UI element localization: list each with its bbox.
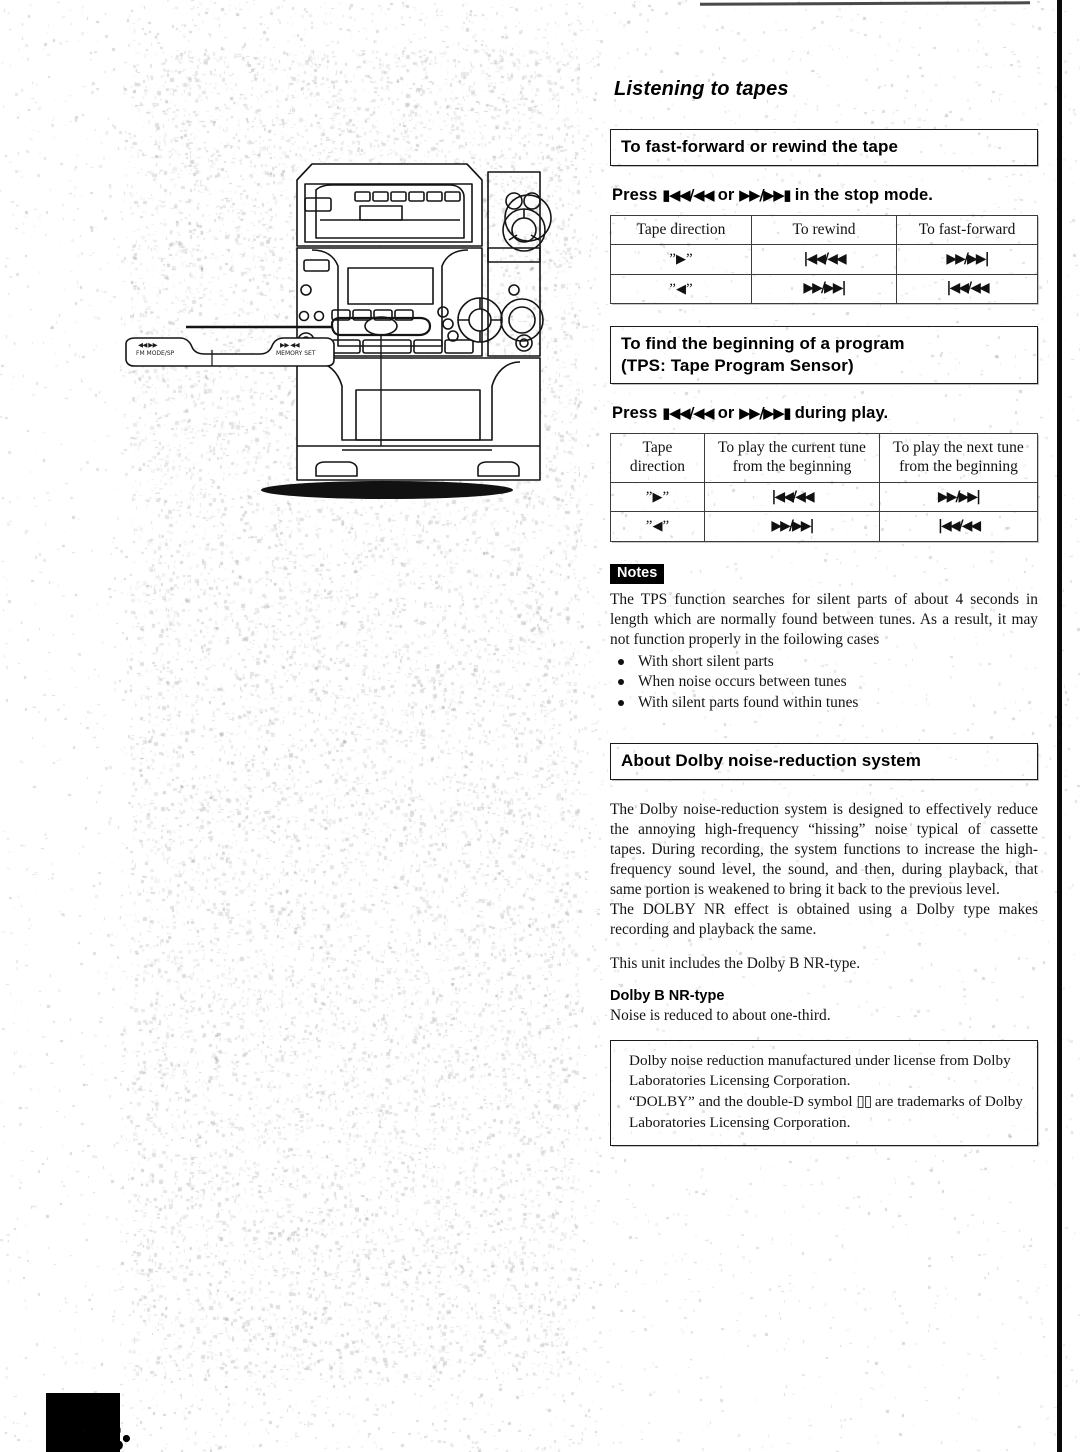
col-header-line1: Tape xyxy=(617,439,698,458)
press-prefix: Press xyxy=(612,186,657,204)
cell-fastforward-reverse: |◀◀/◀◀ xyxy=(897,274,1038,303)
section-header-fast-forward-label: To fast-forward or rewind the tape xyxy=(621,136,1027,158)
cell-next-tune-reverse: |◀◀/◀◀ xyxy=(880,512,1038,541)
list-item: With short silent parts xyxy=(616,652,1038,672)
dolby-license-box: Dolby noise reduction manufactured under… xyxy=(610,1040,1038,1146)
press-suffix: during play. xyxy=(795,404,888,422)
press-prefix: Press xyxy=(612,404,657,422)
col-header-line1: To play the current tune xyxy=(711,439,873,458)
scanned-manual-page: ◀◀ ▶▶ FM MODE/SP ▶▶ ◀◀ MEMORY SET Listen… xyxy=(0,0,1080,1452)
license-line-1: Dolby noise reduction manufactured under… xyxy=(629,1051,1023,1091)
scan-right-edge-artifact xyxy=(1057,0,1062,1452)
cell-rewind-reverse: ▶▶/▶▶| xyxy=(751,274,896,303)
svg-text:◀◀ ▶▶: ◀◀ ▶▶ xyxy=(138,341,158,349)
section-header-dolby-label: About Dolby noise-reduction system xyxy=(621,750,1027,772)
col-header-line2: from the beginning xyxy=(886,458,1031,477)
col-header-to-fast-forward: To fast-forward xyxy=(897,215,1038,245)
table-fast-forward-rewind: Tape direction To rewind To fast-forward… xyxy=(610,215,1038,305)
notes-tag: Notes xyxy=(610,564,664,584)
press-mid: or xyxy=(718,404,735,422)
col-header-line2: from the beginning xyxy=(711,458,873,477)
callout-button-detail: ◀◀ ▶▶ FM MODE/SP ▶▶ ◀◀ MEMORY SET xyxy=(120,320,370,380)
table-row: ”◀” ▶▶/▶▶| |◀◀/◀◀ xyxy=(611,274,1038,303)
press-instruction-fast-forward: Press ▮◀◀/◀◀ or ▶▶/▶▶▮ in the stop mode. xyxy=(612,186,1038,205)
dolby-paragraph-3: This unit includes the Dolby B NR-type. xyxy=(610,954,1038,974)
svg-text:▶▶ ◀◀: ▶▶ ◀◀ xyxy=(280,341,300,349)
col-header-line2: direction xyxy=(617,458,698,477)
svg-text:FM MODE/SP: FM MODE/SP xyxy=(136,350,175,357)
press-instruction-tps: Press ▮◀◀/◀◀ or ▶▶/▶▶▮ during play. xyxy=(612,404,1038,423)
fast-forward-glyph: ▶▶/▶▶▮ xyxy=(739,404,790,422)
table-header-row: Tape direction To play the current tune … xyxy=(611,434,1038,483)
table-header-row: Tape direction To rewind To fast-forward xyxy=(611,215,1038,245)
press-mid: or xyxy=(718,186,735,204)
table-row: ”▶” |◀◀/◀◀ ▶▶/▶▶| xyxy=(611,245,1038,274)
dolby-paragraph-2: The DOLBY NR effect is obtained using a … xyxy=(610,900,1038,940)
list-item: When noise occurs between tunes xyxy=(616,672,1038,692)
table-row: ”▶” |◀◀/◀◀ ▶▶/▶▶| xyxy=(611,483,1038,512)
fast-forward-glyph: ▶▶/▶▶▮ xyxy=(739,186,790,204)
col-header-tape-direction: Tape direction xyxy=(611,434,705,483)
double-d-symbol-icon: ▯▯ xyxy=(856,1092,871,1110)
dolby-b-description: Noise is reduced to about one-third. xyxy=(610,1006,1038,1026)
rewind-glyph: ▮◀◀/◀◀ xyxy=(662,404,713,422)
list-item: With silent parts found within tunes xyxy=(616,693,1038,713)
illustration-area: ◀◀ ▶▶ FM MODE/SP ▶▶ ◀◀ MEMORY SET xyxy=(120,30,590,1410)
cell-current-tune-forward: |◀◀/◀◀ xyxy=(704,483,879,512)
section-header-tps-line1: To find the beginning of a program xyxy=(621,333,1027,355)
notes-block: Notes The TPS function searches for sile… xyxy=(610,564,1038,714)
list-item-label: When noise occurs between tunes xyxy=(638,673,847,690)
scan-bottom-left-blot-artifact xyxy=(46,1393,120,1452)
bullet-dot-icon xyxy=(618,679,624,685)
table-row: ”◀” ▶▶/▶▶| |◀◀/◀◀ xyxy=(611,512,1038,541)
notes-paragraph: The TPS function searches for silent par… xyxy=(610,590,1038,650)
col-header-current-tune: To play the current tune from the beginn… xyxy=(704,434,879,483)
cell-rewind-forward: |◀◀/◀◀ xyxy=(751,245,896,274)
license-line-2: “DOLBY” and the double-D symbol ▯▯ are t… xyxy=(629,1091,1023,1132)
svg-text:MEMORY SET: MEMORY SET xyxy=(276,350,316,357)
col-header-next-tune: To play the next tune from the beginning xyxy=(880,434,1038,483)
press-suffix: in the stop mode. xyxy=(795,186,933,204)
license-line-2-pre: “DOLBY” and the double-D symbol xyxy=(629,1093,853,1110)
cell-direction-reverse: ”◀” xyxy=(611,512,705,541)
col-header-line1: To play the next tune xyxy=(886,439,1031,458)
section-header-tps-line2: (TPS: Tape Program Sensor) xyxy=(621,355,1027,377)
page-title: Listening to tapes xyxy=(614,78,1038,101)
table-tps: Tape direction To play the current tune … xyxy=(610,433,1038,541)
cell-fastforward-forward: ▶▶/▶▶| xyxy=(897,245,1038,274)
dolby-b-subheading: Dolby B NR-type xyxy=(610,988,1038,1004)
dolby-paragraph-1: The Dolby noise-reduction system is desi… xyxy=(610,800,1038,900)
col-header-to-rewind: To rewind xyxy=(751,215,896,245)
cell-direction-forward: ”▶” xyxy=(611,483,705,512)
rewind-glyph: ▮◀◀/◀◀ xyxy=(662,186,713,204)
notes-bullet-list: With short silent parts When noise occur… xyxy=(610,652,1038,713)
cell-direction-forward: ”▶” xyxy=(611,245,752,274)
list-item-label: With silent parts found within tunes xyxy=(638,694,858,711)
cell-direction-reverse: ”◀” xyxy=(611,274,752,303)
bullet-dot-icon xyxy=(618,700,624,706)
cell-next-tune-forward: ▶▶/▶▶| xyxy=(880,483,1038,512)
bullet-dot-icon xyxy=(618,659,624,665)
cell-current-tune-reverse: ▶▶/▶▶| xyxy=(704,512,879,541)
list-item-label: With short silent parts xyxy=(638,653,774,670)
scan-top-edge-artifact xyxy=(700,1,1030,5)
manual-text-column: Listening to tapes To fast-forward or re… xyxy=(610,60,1038,1146)
section-header-tps: To find the beginning of a program (TPS:… xyxy=(610,326,1038,384)
section-header-dolby: About Dolby noise-reduction system xyxy=(610,743,1038,780)
section-header-fast-forward: To fast-forward or rewind the tape xyxy=(610,129,1038,166)
col-header-tape-direction: Tape direction xyxy=(611,215,752,245)
